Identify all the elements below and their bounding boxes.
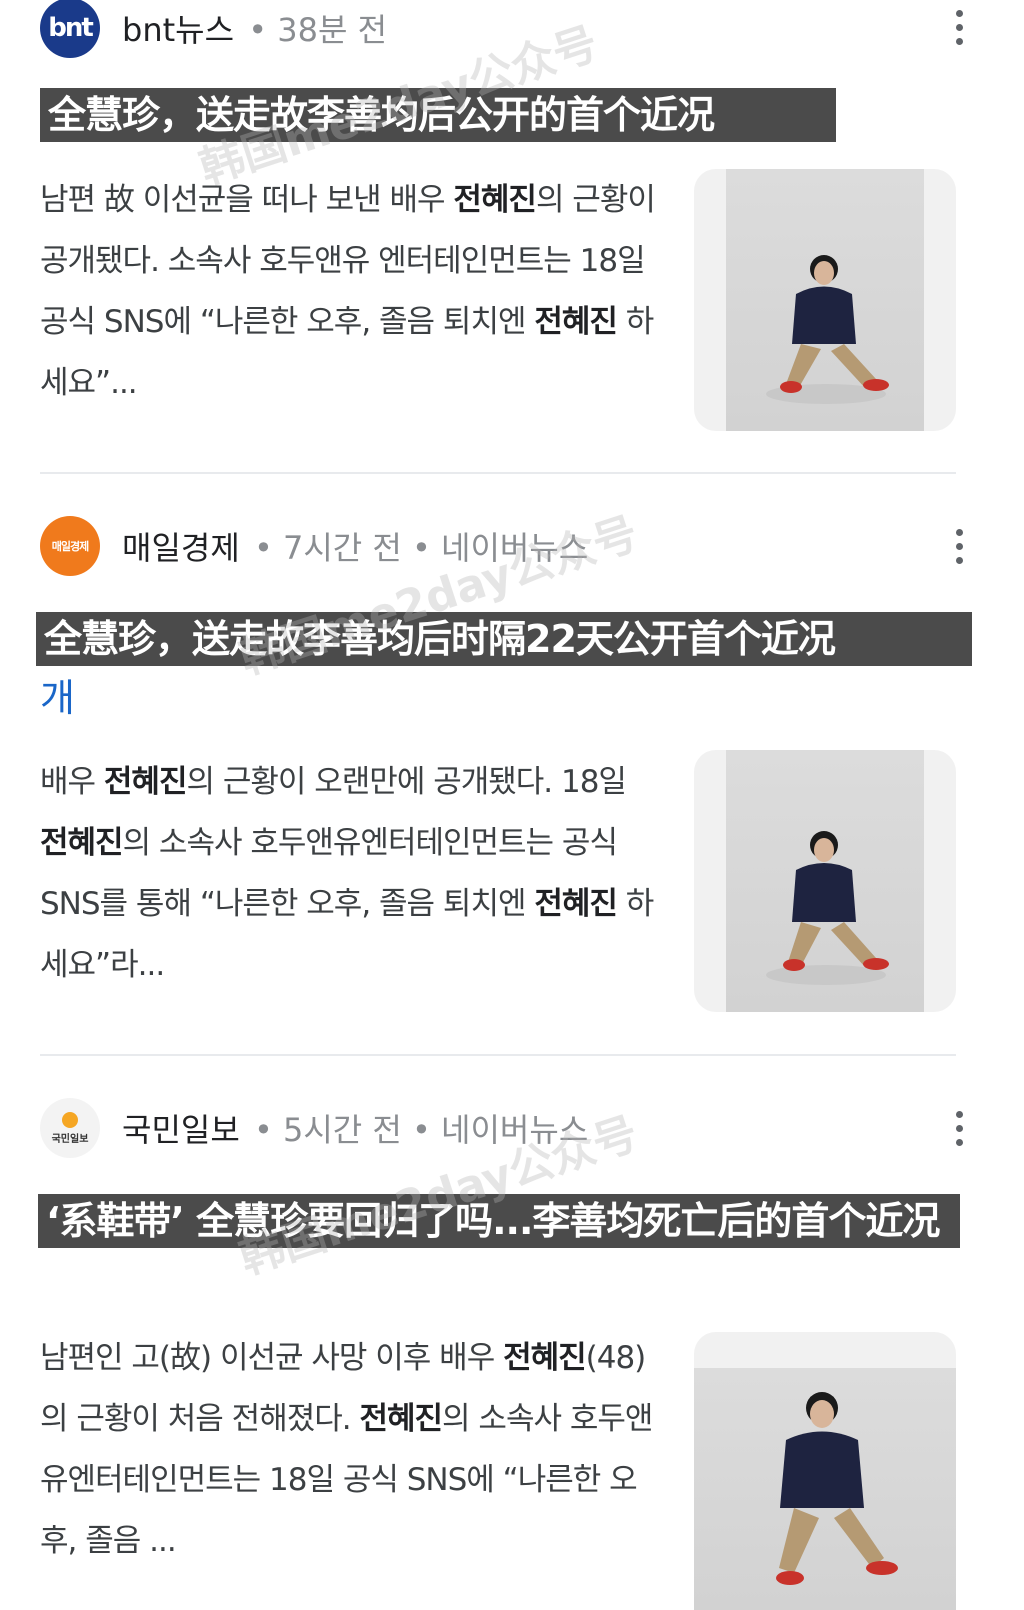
source-row: bnt bnt뉴스 • 38분 전 xyxy=(40,0,387,60)
article-snippet[interactable]: 남편인 고(故) 이선균 사망 이후 배우 전혜진(48)의 근황이 처음 전해… xyxy=(40,1328,660,1572)
headline-link[interactable]: 개 xyxy=(40,670,75,726)
more-options-icon[interactable] xyxy=(952,10,966,45)
logo-text: 매일경제 xyxy=(51,540,89,553)
source-name[interactable]: 국민일보 xyxy=(122,1105,240,1151)
more-options-icon[interactable] xyxy=(952,529,966,564)
article-thumbnail[interactable] xyxy=(694,750,956,1012)
divider xyxy=(40,1054,956,1056)
source-name[interactable]: 매일경제 xyxy=(122,523,240,569)
news-card[interactable]: bnt bnt뉴스 • 38분 전 全慧珍，送走故李善均后公开的首个近况 남편 … xyxy=(0,0,1024,475)
woman-sitting-photo xyxy=(726,750,924,1012)
translated-title-overlay: 全慧珍，送走故李善均后公开的首个近况 xyxy=(40,88,836,142)
news-card[interactable]: 국민일보 국민일보 • 5시간 전 • 네이버뉴스 ‘系鞋带’ 全慧珍要回归了吗… xyxy=(0,1058,1024,1610)
kukmin-logo: 국민일보 xyxy=(40,1098,100,1158)
divider xyxy=(40,472,956,474)
article-snippet[interactable]: 남편 故 이선균을 떠나 보낸 배우 전혜진의 근황이 공개됐다. 소속사 호두… xyxy=(40,170,660,414)
woman-sitting-photo xyxy=(726,169,924,431)
article-thumbnail[interactable] xyxy=(694,1332,956,1610)
more-options-icon[interactable] xyxy=(952,1111,966,1146)
article-snippet[interactable]: 배우 전혜진의 근황이 오랜만에 공개됐다. 18일 전혜진의 소속사 호두앤유… xyxy=(40,752,660,996)
publish-meta: • 7시간 전 • 네이버뉴스 xyxy=(243,529,589,567)
translated-title-overlay: ‘系鞋带’ 全慧珍要回归了吗...李善均死亡后的首个近况 xyxy=(38,1194,960,1248)
woman-sitting-photo xyxy=(694,1368,956,1610)
logo-text: 국민일보 xyxy=(51,1133,89,1145)
article-thumbnail[interactable] xyxy=(694,169,956,431)
logo-text: bnt xyxy=(48,13,94,43)
source-row: 매일경제 매일경제 • 7시간 전 • 네이버뉴스 xyxy=(40,514,588,578)
bnt-logo: bnt xyxy=(40,0,100,58)
translated-title-overlay: 全慧珍，送走故李善均后时隔22天公开首个近况 xyxy=(36,612,972,666)
source-name[interactable]: bnt뉴스 xyxy=(122,5,234,51)
maeil-logo: 매일경제 xyxy=(40,516,100,576)
news-card[interactable]: 매일경제 매일경제 • 7시간 전 • 네이버뉴스 개 全慧珍，送走故李善均后时… xyxy=(0,476,1024,1056)
publish-meta: • 38분 전 xyxy=(238,11,388,49)
publish-meta: • 5시간 전 • 네이버뉴스 xyxy=(243,1111,589,1149)
source-row: 국민일보 국민일보 • 5시간 전 • 네이버뉴스 xyxy=(40,1096,588,1160)
